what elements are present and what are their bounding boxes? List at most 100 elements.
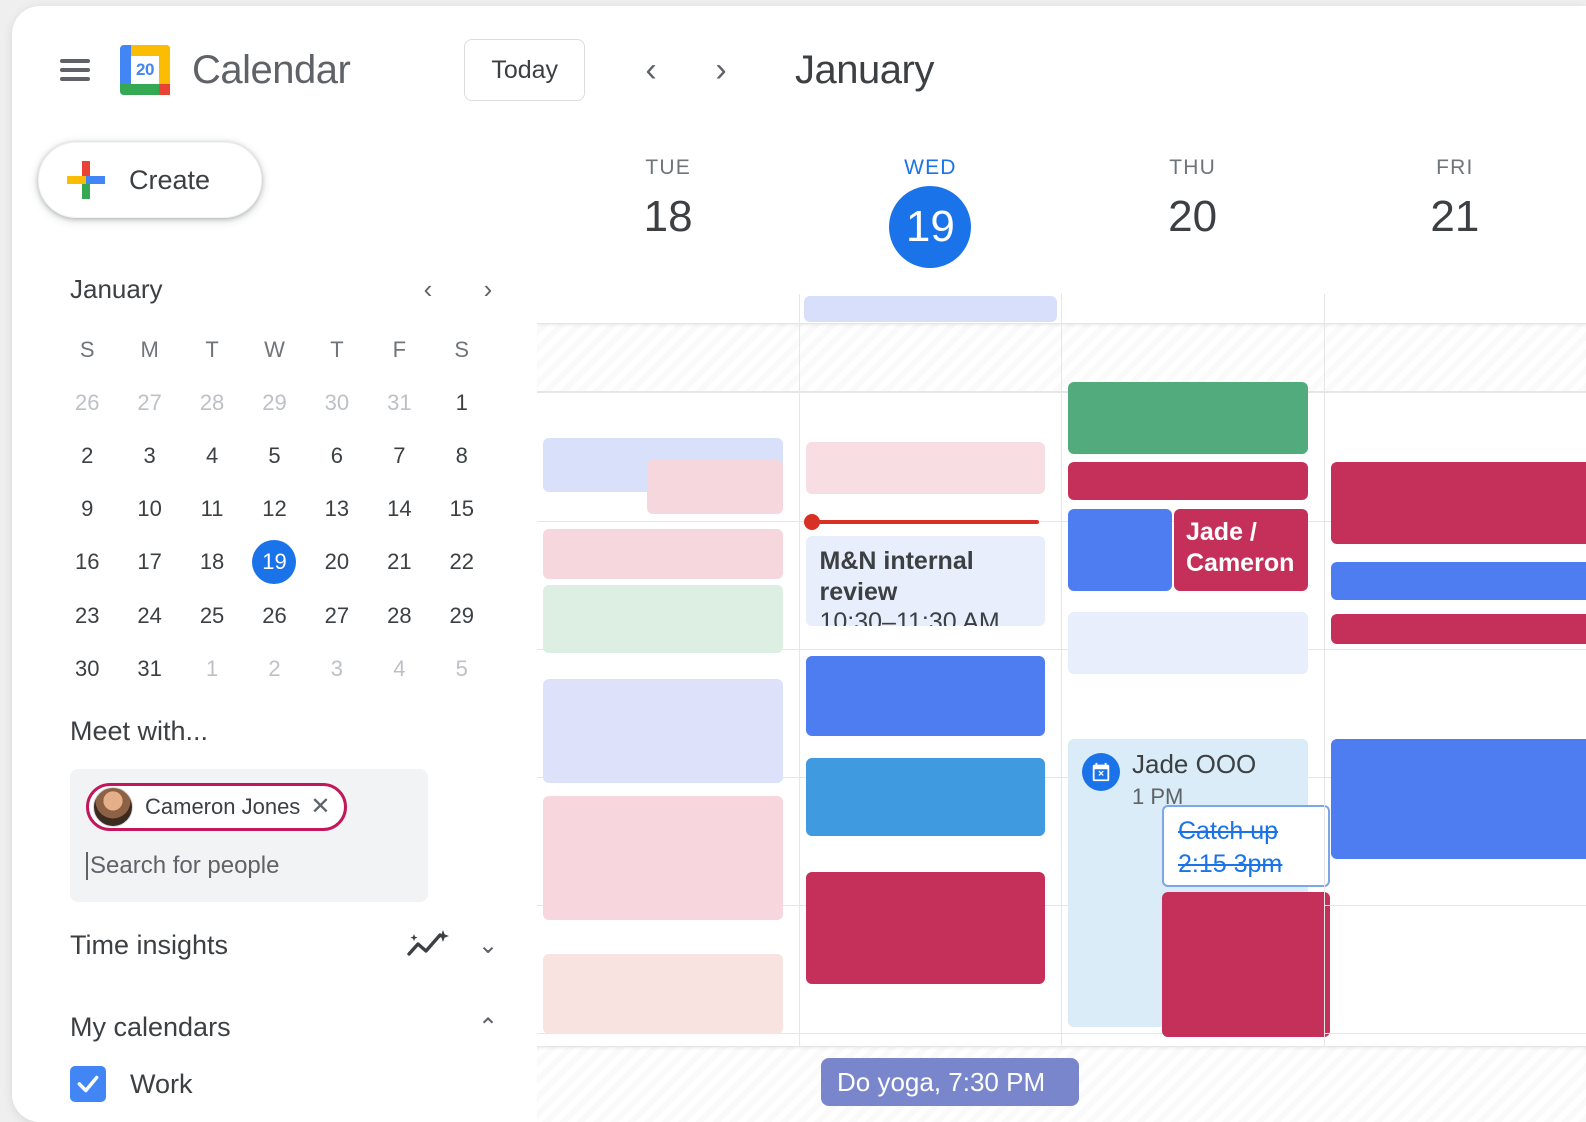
event-block[interactable] [1162,892,1330,1037]
event-catch-up[interactable]: Catch up 2:15 3pm [1162,805,1330,887]
mini-calendar-day[interactable]: 22 [431,540,493,583]
mini-calendar-day[interactable]: 31 [368,381,430,424]
mini-calendar-day[interactable]: 8 [431,434,493,477]
all-day-cell-thu[interactable] [1061,294,1324,323]
calendar-item-work[interactable]: Work [12,1066,537,1102]
mini-calendar-day[interactable]: 18 [181,540,243,583]
event-title: M&N internal review [819,547,974,606]
day-number[interactable]: 21 [1430,192,1479,242]
mini-calendar-day[interactable]: 28 [368,594,430,637]
mini-calendar-day[interactable]: 7 [368,434,430,477]
mini-calendar-prev-icon[interactable]: ‹ [411,272,445,306]
mini-calendar-day[interactable]: 21 [368,540,430,583]
mini-calendar-day[interactable]: 5 [243,434,305,477]
event-block[interactable] [543,954,783,1034]
day-header-wed[interactable]: WED 19 [799,134,1061,294]
time-insights-section[interactable]: Time insights ⌄ [12,928,537,962]
day-number-today[interactable]: 19 [889,186,972,268]
all-day-cell-fri[interactable] [1323,294,1586,323]
mini-calendar-day[interactable]: 30 [56,647,118,690]
mini-calendar-day[interactable]: 5 [431,647,493,690]
mini-calendar-day[interactable]: 23 [56,594,118,637]
mini-calendar-next-icon[interactable]: › [471,272,505,306]
time-insights-chevron-down-icon[interactable]: ⌄ [471,928,505,962]
mini-calendar-day[interactable]: 10 [118,487,180,530]
mini-calendar-day[interactable]: 1 [181,647,243,690]
mini-calendar-day[interactable]: 30 [306,381,368,424]
event-block[interactable] [1068,382,1308,454]
mini-calendar-day[interactable]: 26 [243,594,305,637]
event-block[interactable] [805,656,1045,736]
mini-calendar-day[interactable]: 29 [243,381,305,424]
event-block[interactable] [1068,612,1308,674]
event-block[interactable] [543,796,783,920]
event-block[interactable] [1330,614,1586,644]
create-button[interactable]: Create [38,142,262,218]
mini-calendar-day[interactable]: 12 [243,487,305,530]
mini-calendar-day[interactable]: 1 [431,381,493,424]
mini-calendar-day[interactable]: 27 [306,594,368,637]
mini-calendar-day[interactable]: 20 [306,540,368,583]
day-column-thu[interactable]: Jade / Cameron Jade OOO 1 PM Catch up 2:… [1061,324,1330,1122]
mini-calendar-day[interactable]: 31 [118,647,180,690]
hamburger-menu-icon[interactable] [60,59,90,81]
event-block[interactable] [1330,462,1586,544]
mini-calendar-day[interactable]: 3 [306,647,368,690]
mini-calendar-day[interactable]: 15 [431,487,493,530]
checkbox-checked-icon[interactable] [70,1066,106,1102]
mini-calendar-day[interactable]: 27 [118,381,180,424]
day-column-tue[interactable] [537,324,799,1122]
event-jade-cameron[interactable]: Jade / Cameron [1174,509,1308,591]
day-column-fri[interactable] [1323,324,1586,1122]
mini-calendar-day[interactable]: 29 [431,594,493,637]
mini-calendar-day[interactable]: 9 [56,487,118,530]
event-block[interactable] [1330,739,1586,859]
mini-calendar-day[interactable]: 17 [118,540,180,583]
event-block[interactable] [543,585,783,653]
day-column-wed[interactable]: M&N internal review 10:30–11:30 AM [798,324,1061,1122]
mini-calendar-day[interactable]: 24 [118,594,180,637]
mini-calendar-day[interactable]: 4 [181,434,243,477]
mini-calendar-day[interactable]: 26 [56,381,118,424]
event-block[interactable] [1330,562,1586,600]
all-day-cell-tue[interactable] [537,294,799,323]
event-block[interactable] [1068,509,1172,591]
next-period-icon[interactable]: › [695,44,747,96]
mini-calendar-day[interactable]: 25 [181,594,243,637]
event-block[interactable] [543,529,783,579]
day-header-thu[interactable]: THU 20 [1062,134,1324,294]
day-header-fri[interactable]: FRI 21 [1324,134,1586,294]
my-calendars-section[interactable]: My calendars ⌃ [12,1010,537,1044]
event-block[interactable] [647,460,783,514]
search-for-people-input[interactable] [86,852,412,880]
mini-calendar-day[interactable]: 13 [306,487,368,530]
event-block[interactable] [805,442,1045,494]
mini-calendar-day[interactable]: 28 [181,381,243,424]
day-number[interactable]: 20 [1168,192,1217,242]
mini-calendar-day[interactable]: 2 [243,647,305,690]
event-block[interactable] [1068,462,1308,500]
event-block[interactable] [543,679,783,783]
remove-person-icon[interactable]: ✕ [310,795,330,819]
mini-calendar-day[interactable]: 14 [368,487,430,530]
my-calendars-chevron-up-icon[interactable]: ⌃ [471,1010,505,1044]
mini-calendar-day[interactable]: 11 [181,487,243,530]
person-chip-cameron-jones[interactable]: Cameron Jones ✕ [86,783,348,831]
mini-calendar-day[interactable]: 6 [306,434,368,477]
mini-calendar-today[interactable]: 19 [252,540,297,584]
event-mn-internal-review[interactable]: M&N internal review 10:30–11:30 AM [805,536,1045,626]
event-block[interactable] [805,872,1045,984]
event-do-yoga[interactable]: Do yoga, 7:30 PM [821,1058,1079,1106]
previous-period-icon[interactable]: ‹ [625,44,677,96]
mini-calendar-day[interactable]: 4 [368,647,430,690]
mini-calendar-day[interactable]: 16 [56,540,118,583]
event-block[interactable] [805,758,1045,836]
mini-calendar-day[interactable]: 3 [118,434,180,477]
mini-calendar-day[interactable]: 2 [56,434,118,477]
all-day-cell-wed[interactable] [798,294,1062,323]
insights-sparkline-icon[interactable] [407,928,449,962]
all-day-event-wed[interactable] [803,296,1057,322]
day-header-tue[interactable]: TUE 18 [537,134,799,294]
today-button[interactable]: Today [464,39,586,101]
day-number[interactable]: 18 [644,192,693,242]
